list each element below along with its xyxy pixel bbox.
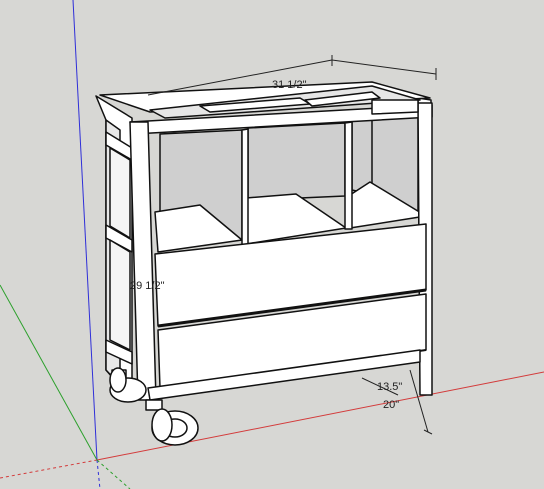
sketchup-viewport[interactable]: 31 1/2" 29 1/2" 13.5" 20": [0, 0, 544, 489]
dimension-depth-inner-label: 13.5": [377, 381, 403, 393]
divider-2: [344, 121, 353, 230]
right-side-top-rail: [371, 99, 419, 115]
dimension-height-label: 29 1/2": [130, 280, 165, 292]
dimension-width-label: 31 1/2": [272, 79, 307, 91]
green-axis: [0, 284, 98, 461]
caster-front-left: [145, 399, 199, 446]
width-dim-line: [331, 59, 437, 75]
blue-axis-negative: [96, 459, 101, 489]
model-canvas[interactable]: [0, 0, 544, 489]
left-side-panel-fill-1: [109, 147, 131, 239]
green-axis-negative: [96, 459, 131, 489]
red-axis-hidden: [0, 459, 98, 479]
divider-1: [241, 128, 249, 247]
back-panel-mid: [247, 122, 346, 201]
front-left-post: [129, 121, 157, 401]
dimension-depth-outer-label: 20": [383, 399, 400, 411]
blue-axis: [72, 0, 98, 461]
left-side-panel-fill-2: [109, 239, 131, 351]
